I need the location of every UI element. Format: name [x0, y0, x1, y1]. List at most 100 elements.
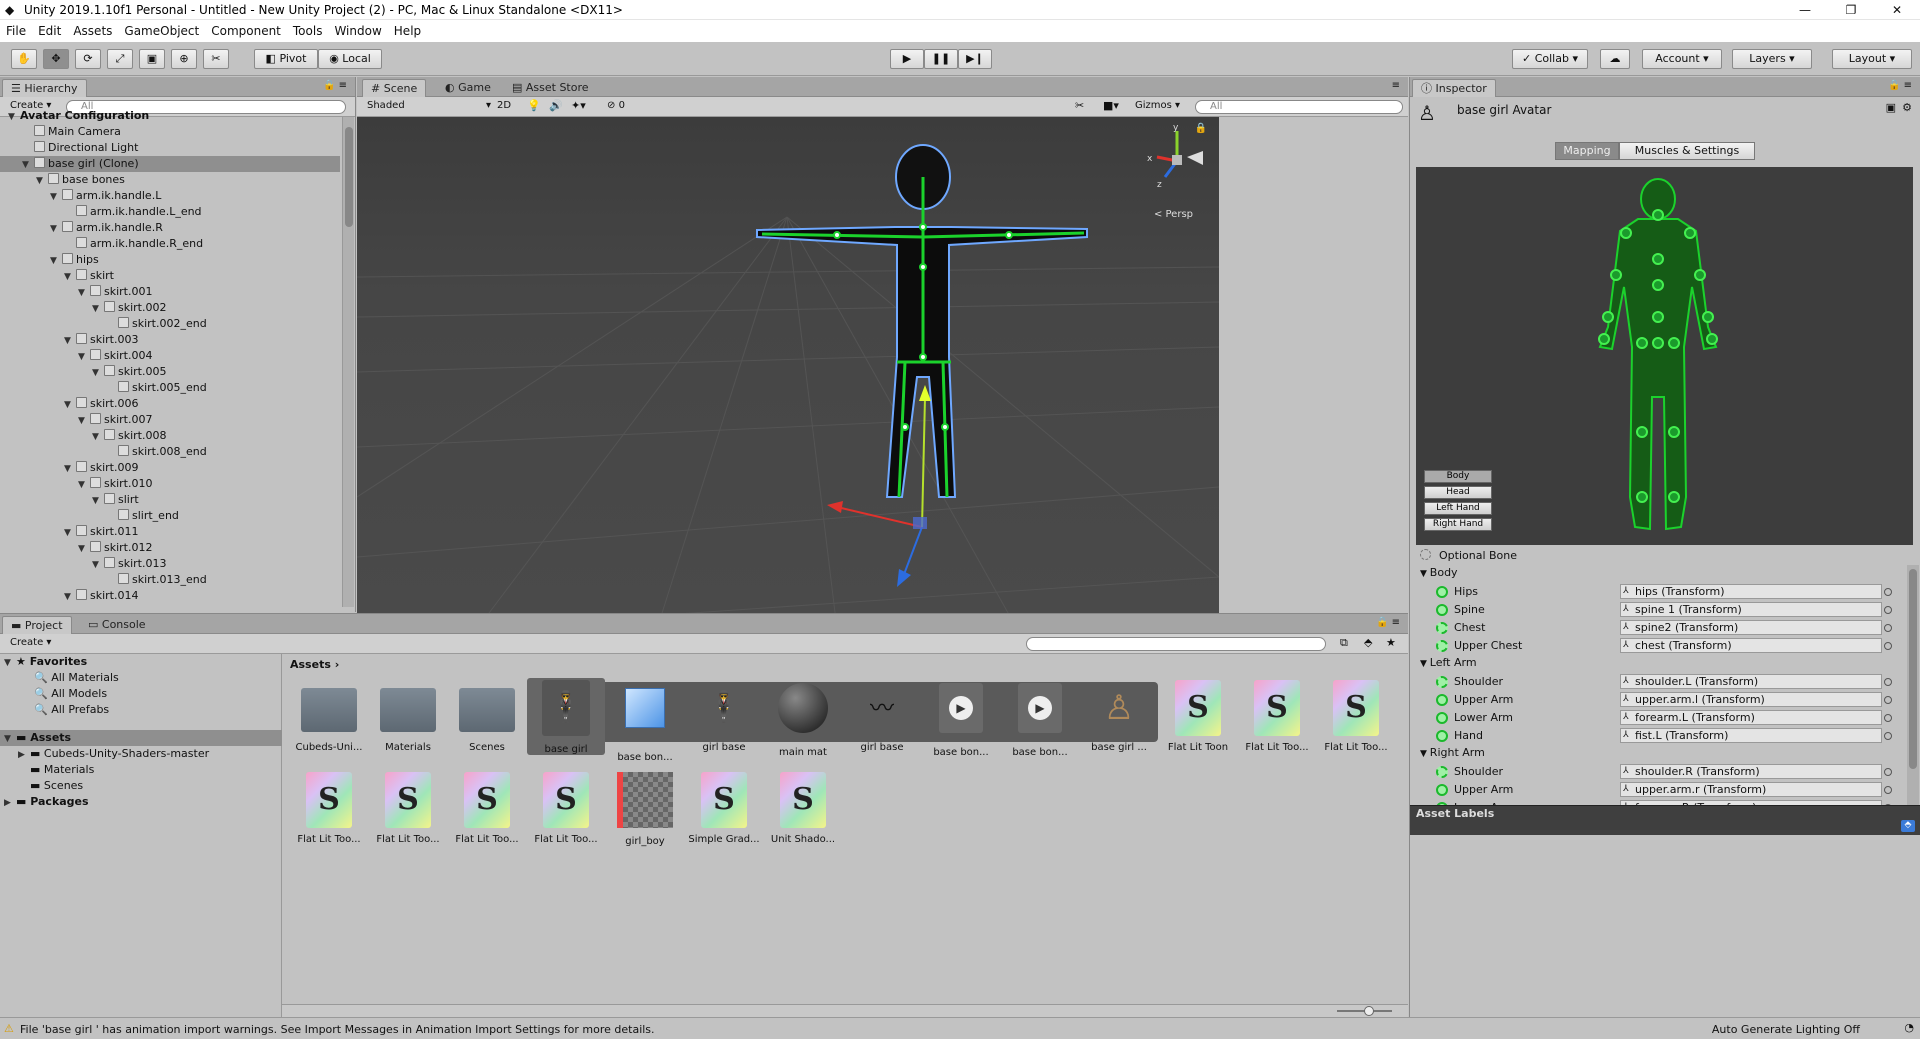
audio-toggle-icon[interactable]: 🔊 [549, 99, 563, 112]
hierarchy-item[interactable]: ▼ skirt.006 [0, 396, 340, 412]
menu-window[interactable]: Window [328, 20, 387, 42]
hierarchy-item[interactable]: skirt.002_end [0, 316, 340, 332]
settings-gear-icon[interactable]: ⚙ [1902, 101, 1912, 114]
expand-arrow-icon[interactable]: ▼ [92, 557, 104, 573]
expand-arrow-icon[interactable]: ▼ [78, 477, 90, 493]
account-dropdown[interactable]: Account ▾ [1642, 49, 1722, 69]
status-message[interactable]: File 'base girl ' has animation import w… [20, 1023, 655, 1036]
tools-icon[interactable]: ✂ [1075, 99, 1084, 112]
asset-item[interactable]: Materials [369, 678, 447, 753]
tab-project[interactable]: ▬ Project [2, 616, 72, 634]
bone-transform-field[interactable]: ⅄ shoulder.R (Transform) [1620, 764, 1882, 779]
play-button[interactable]: ▶ [890, 49, 924, 69]
move-tool-icon[interactable]: ✥ [43, 49, 69, 69]
bone-status-icon[interactable] [1436, 622, 1448, 634]
collapse-arrow-icon[interactable]: ▼ [1420, 659, 1430, 669]
asset-item[interactable]: S Unit Shado... [764, 770, 842, 845]
hidden-objects-toggle[interactable]: ⊘ 0 [607, 100, 625, 111]
asset-label-tag-icon[interactable]: ⬘ [1901, 820, 1915, 832]
object-picker-icon[interactable] [1884, 696, 1892, 704]
bone-transform-field[interactable]: ⅄ fist.L (Transform) [1620, 728, 1882, 743]
expand-arrow-icon[interactable]: ▼ [64, 525, 76, 541]
menu-component[interactable]: Component [205, 20, 287, 42]
asset-item[interactable]: S Flat Lit Too... [527, 770, 605, 845]
asset-item[interactable]: Scenes [448, 678, 526, 753]
bone-status-icon[interactable] [1436, 586, 1448, 598]
expand-arrow-icon[interactable]: ▼ [64, 461, 76, 477]
folder-materials[interactable]: ▬ Materials [30, 762, 94, 778]
hand-tool-icon[interactable]: ✋ [11, 49, 37, 69]
asset-item[interactable]: S Flat Lit Too... [1317, 678, 1395, 753]
expand-arrow-icon[interactable]: ▼ [36, 173, 48, 189]
object-picker-icon[interactable] [1884, 624, 1892, 632]
hierarchy-item[interactable]: ▼ skirt.003 [0, 332, 340, 348]
step-button[interactable]: ▶❙ [958, 49, 992, 69]
menu-edit[interactable]: Edit [32, 20, 67, 42]
menu-gameobject[interactable]: GameObject [118, 20, 205, 42]
bone-group-header[interactable]: ▼ Body [1420, 565, 1458, 581]
hierarchy-item[interactable]: Main Camera [0, 124, 340, 140]
scene-lock-icon[interactable]: 🔒 [1195, 123, 1207, 134]
hierarchy-item[interactable]: ▼ arm.ik.handle.L [0, 188, 340, 204]
asset-item[interactable]: base bon... [606, 678, 684, 763]
expand-arrow-icon[interactable]: ▼ [92, 429, 104, 445]
2d-toggle[interactable]: 2D [497, 100, 511, 111]
asset-item[interactable]: girl_boy [606, 770, 684, 847]
layers-dropdown[interactable]: Layers ▾ [1732, 49, 1812, 69]
inspector-scrollbar-thumb[interactable] [1909, 569, 1917, 769]
hierarchy-item[interactable]: ▼ skirt.005 [0, 364, 340, 380]
right-hand-view-button[interactable]: Right Hand [1424, 518, 1492, 531]
hierarchy-item[interactable]: ▼ arm.ik.handle.R [0, 220, 340, 236]
menu-help[interactable]: Help [388, 20, 427, 42]
tab-game[interactable]: ◐ Game [437, 79, 499, 97]
bone-transform-field[interactable]: ⅄ hips (Transform) [1620, 584, 1882, 599]
layout-dropdown[interactable]: Layout ▾ [1832, 49, 1912, 69]
asset-item[interactable]: S Flat Lit Toon [1159, 678, 1237, 753]
bone-transform-field[interactable]: ⅄ shoulder.L (Transform) [1620, 674, 1882, 689]
favorite-all-materials[interactable]: 🔍 All Materials [34, 670, 119, 686]
tab-mapping[interactable]: Mapping [1555, 142, 1619, 160]
panel-menu-icon[interactable]: 🔒 ≡ [323, 80, 347, 91]
bone-status-icon[interactable] [1436, 694, 1448, 706]
bone-status-icon[interactable] [1436, 604, 1448, 616]
hierarchy-item[interactable]: skirt.005_end [0, 380, 340, 396]
tab-muscles-settings[interactable]: Muscles & Settings [1619, 142, 1755, 160]
minimize-button[interactable]: — [1782, 0, 1828, 20]
hierarchy-item[interactable]: ▼ slirt [0, 492, 340, 508]
expand-arrow-icon[interactable]: ▼ [64, 333, 76, 349]
inspector-panel-menu-icon[interactable]: 🔒 ≡ [1888, 80, 1912, 91]
transform-tool-icon[interactable]: ⊕ [171, 49, 197, 69]
zoom-slider-thumb[interactable] [1364, 1006, 1374, 1016]
object-picker-icon[interactable] [1884, 606, 1892, 614]
hierarchy-item[interactable]: ▼ skirt.002 [0, 300, 340, 316]
pivot-toggle[interactable]: ◧ Pivot [254, 49, 318, 69]
scene-panel-menu-icon[interactable]: ≡ [1392, 80, 1400, 91]
expand-arrow-icon[interactable]: ▼ [92, 493, 104, 509]
collapse-arrow-icon[interactable]: ▼ [1420, 749, 1430, 759]
scene-search-input[interactable]: All [1195, 100, 1403, 114]
hierarchy-item[interactable]: skirt.008_end [0, 444, 340, 460]
favorite-star-icon[interactable]: ★ [1386, 636, 1396, 649]
asset-item[interactable]: S Flat Lit Too... [448, 770, 526, 845]
asset-item[interactable]: S Flat Lit Too... [1238, 678, 1316, 753]
folder-scenes[interactable]: ▬ Scenes [30, 778, 83, 794]
hierarchy-item[interactable]: ▼ skirt.011 [0, 524, 340, 540]
hierarchy-item[interactable]: ▼ skirt.014 [0, 588, 340, 604]
asset-item[interactable]: ♙ base girl ... [1080, 678, 1158, 753]
favorite-all-models[interactable]: 🔍 All Models [34, 686, 107, 702]
hierarchy-item[interactable]: ▼ skirt.008 [0, 428, 340, 444]
inspector-scrollbar[interactable] [1907, 565, 1919, 805]
asset-item[interactable]: S Flat Lit Too... [290, 770, 368, 845]
asset-item[interactable]: ▶ base bon... [1001, 678, 1079, 758]
asset-item[interactable]: S Simple Grad... [685, 770, 763, 845]
asset-item[interactable]: S Flat Lit Too... [369, 770, 447, 845]
hierarchy-item[interactable]: ▼ base bones [0, 172, 340, 188]
menu-tools[interactable]: Tools [287, 20, 329, 42]
expand-arrow-icon[interactable]: ▼ [50, 253, 62, 269]
expand-arrow-icon[interactable]: ▼ [78, 349, 90, 365]
scale-tool-icon[interactable]: ⤢ [107, 49, 133, 69]
bone-status-icon[interactable] [1436, 676, 1448, 688]
camera-icon[interactable]: ■▾ [1103, 99, 1119, 112]
asset-item[interactable]: main mat [764, 678, 842, 758]
expand-arrow-icon[interactable]: ▼ [78, 285, 90, 301]
